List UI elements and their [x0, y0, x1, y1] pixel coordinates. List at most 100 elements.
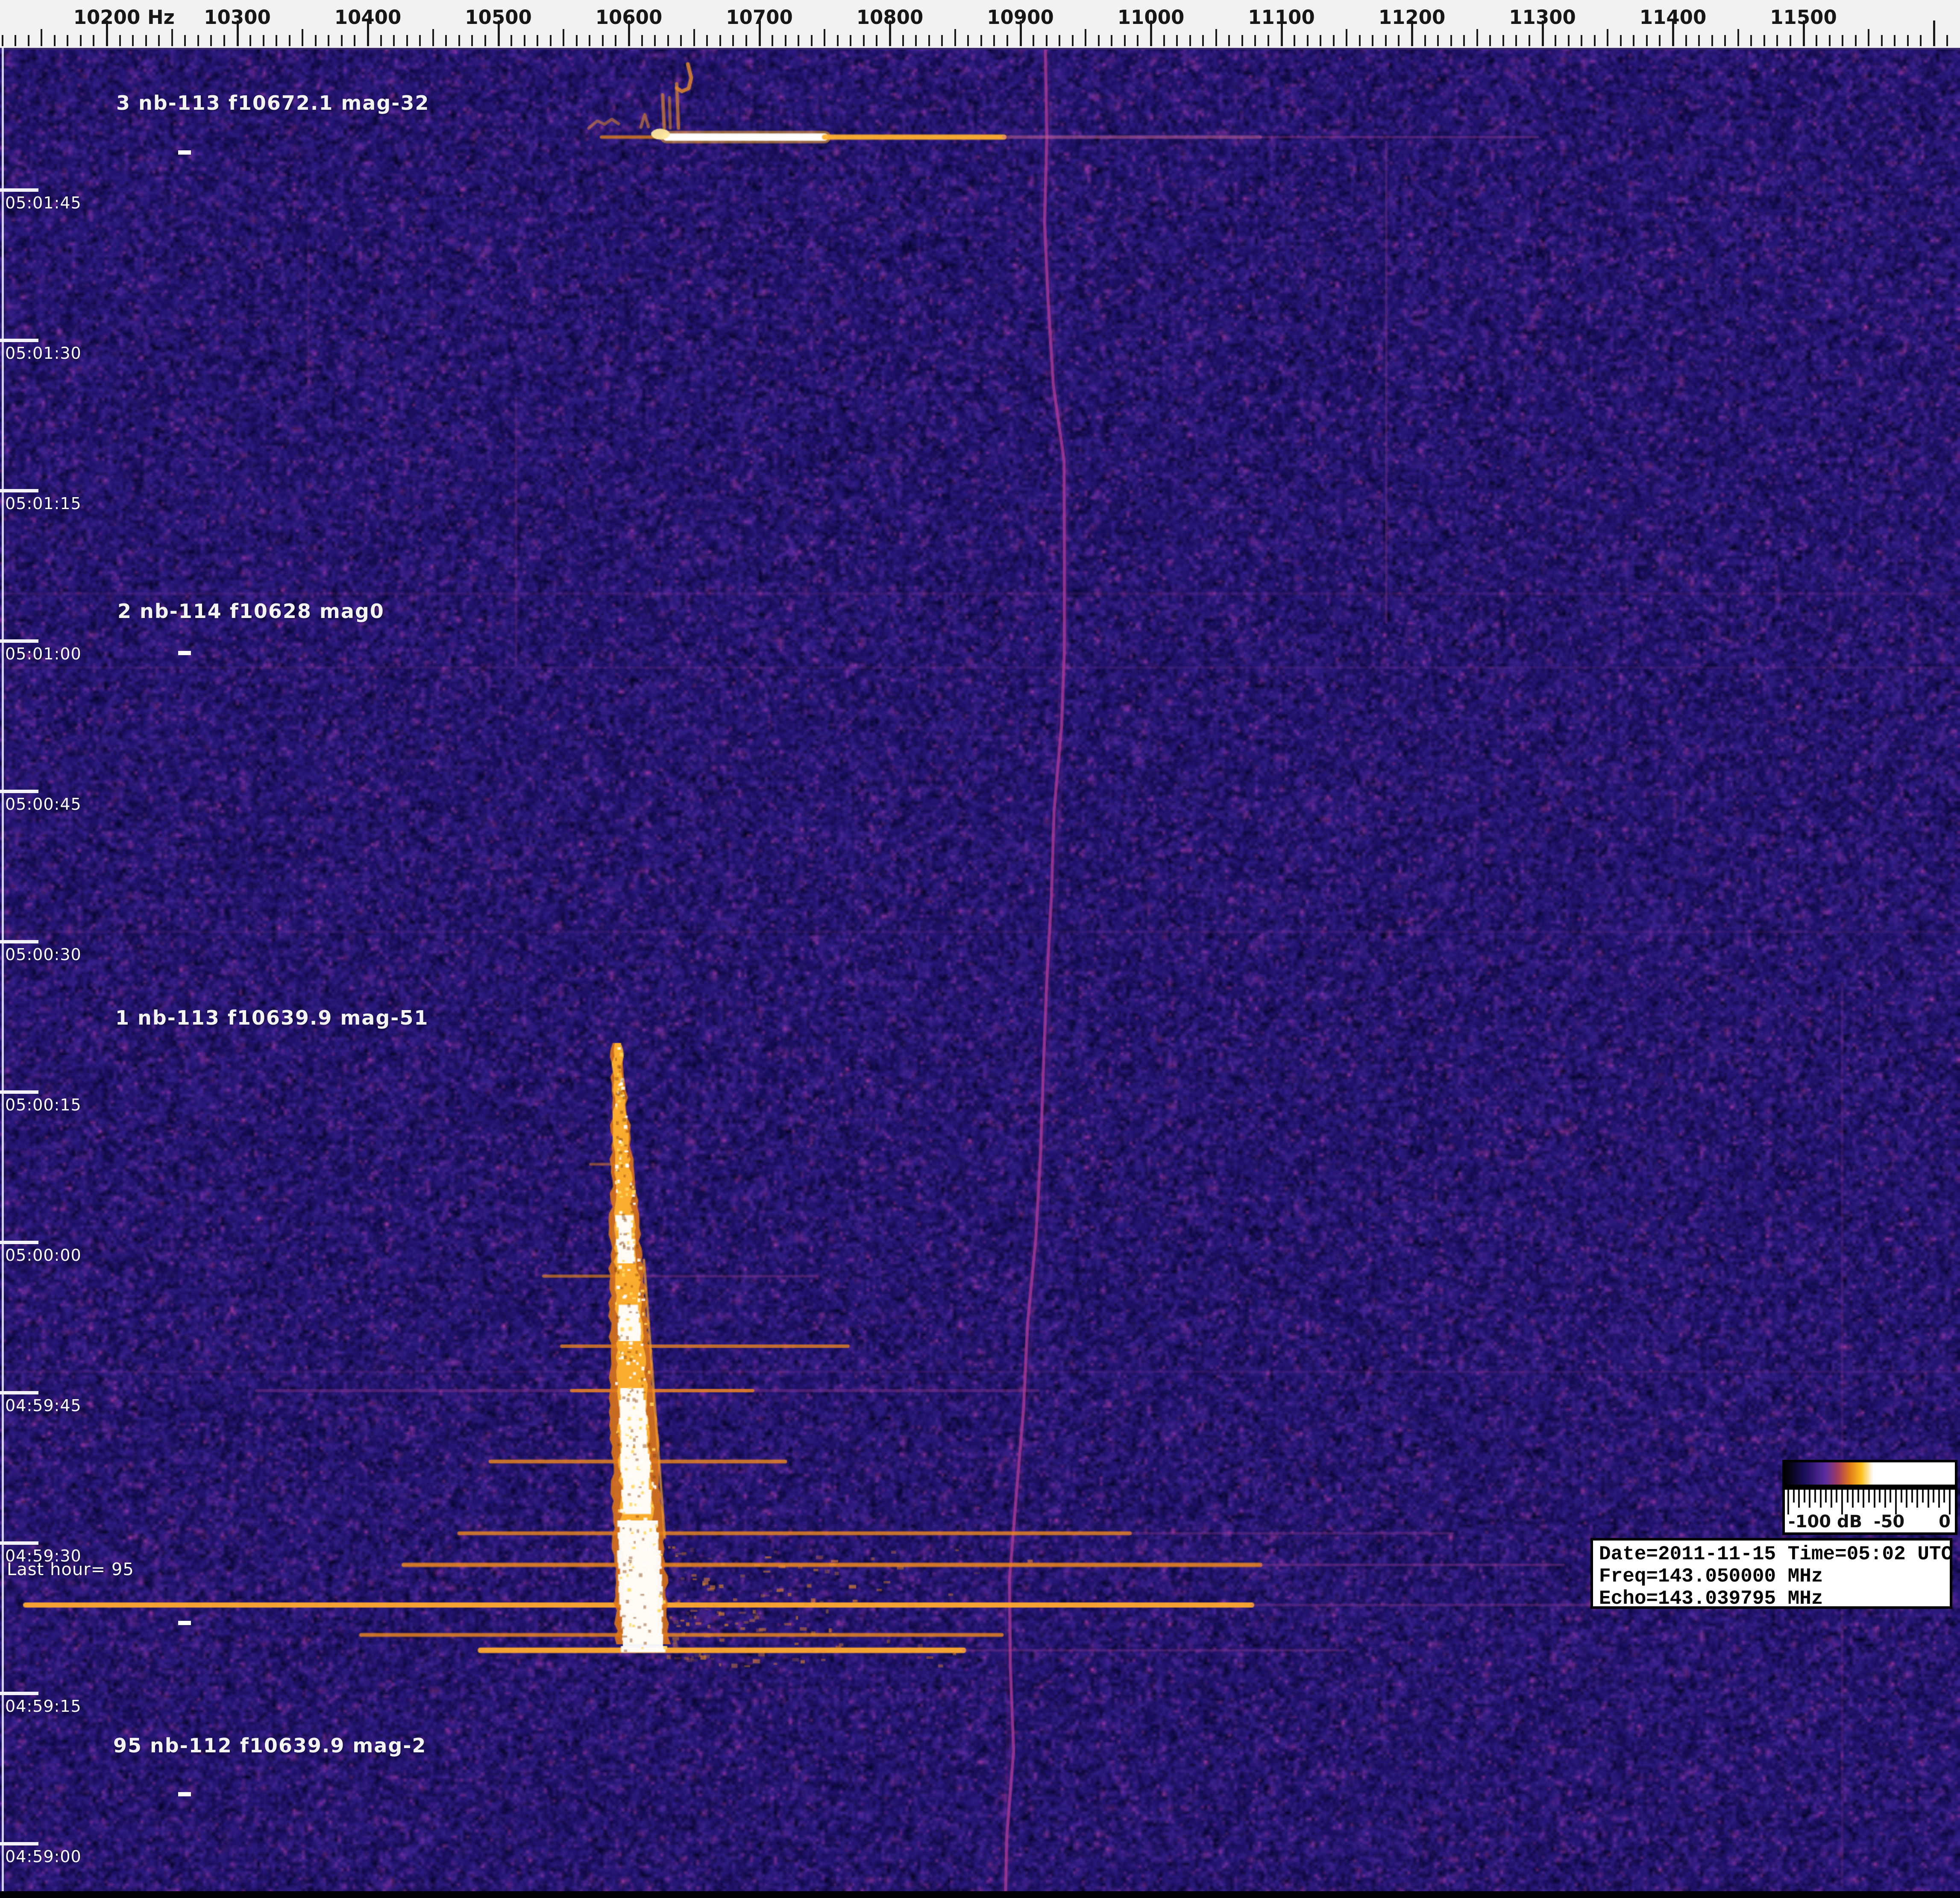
freq-tick-11110 [1294, 35, 1295, 46]
frequency-unit-label: Hz [147, 6, 175, 29]
freq-tick-11340 [1594, 35, 1596, 46]
freq-tick-10240 [158, 35, 160, 46]
freq-label-11000: 11000 [1118, 6, 1185, 29]
time-tick [0, 1842, 38, 1845]
freq-tick-10430 [406, 35, 408, 46]
freq-tick-10190 [93, 35, 94, 46]
freq-tick-11360 [1620, 35, 1622, 46]
status-info-box: Date=2011-11-15 Time=05:02 UTC Freq=143.… [1590, 1538, 1952, 1609]
freq-label-11200: 11200 [1379, 6, 1446, 29]
freq-label-11400: 11400 [1640, 6, 1707, 29]
frequency-axis: Hz 1020010300104001050010600107001080010… [0, 0, 1960, 50]
colorbar-tick [1836, 1490, 1837, 1503]
colorbar-tick [1874, 1490, 1875, 1508]
info-frequency: Freq=143.050000 MHz [1599, 1565, 1950, 1588]
freq-tick-11610 [1946, 35, 1948, 46]
freq-tick-11330 [1581, 35, 1582, 46]
freq-tick-10890 [1006, 35, 1008, 46]
freq-tick-11450 [1737, 29, 1739, 46]
colorbar-tick [1857, 1490, 1859, 1503]
freq-tick-10510 [511, 35, 512, 46]
freq-tick-10220 [132, 35, 134, 46]
time-tick [0, 940, 38, 943]
freq-tick-10380 [341, 35, 343, 46]
freq-tick-10370 [328, 35, 329, 46]
colorbar-tick [1798, 1490, 1800, 1508]
freq-tick-11580 [1907, 35, 1909, 46]
colorbar-label-max: 0 [1939, 1512, 1951, 1532]
freq-tick-10910 [1033, 35, 1034, 46]
freq-tick-10490 [484, 35, 486, 46]
freq-tick-11030 [1189, 35, 1191, 46]
time-tick [0, 1541, 38, 1545]
time-label: 05:00:45 [5, 795, 82, 814]
freq-tick-11320 [1568, 35, 1570, 46]
freq-tick-10470 [458, 35, 460, 46]
info-echo-frequency: Echo=143.039795 MHz [1599, 1588, 1950, 1610]
freq-tick-10660 [706, 35, 708, 46]
freq-tick-10480 [471, 35, 473, 46]
freq-label-10400: 10400 [334, 6, 402, 29]
freq-tick-10810 [902, 35, 904, 46]
colorbar-tick [1943, 1490, 1945, 1503]
freq-tick-10180 [80, 35, 82, 46]
freq-tick-10290 [223, 35, 225, 46]
freq-tick-10160 [54, 35, 56, 46]
freq-tick-10210 [119, 35, 121, 46]
freq-tick-10930 [1059, 35, 1060, 46]
colorbar-tick [1804, 1490, 1805, 1503]
freq-tick-10720 [785, 35, 786, 46]
freq-tick-10360 [315, 35, 317, 46]
freq-tick-10570 [589, 35, 590, 46]
freq-tick-10850 [954, 29, 956, 46]
freq-tick-10120 [2, 35, 3, 46]
freq-tick-10460 [445, 35, 447, 46]
info-date-time: Date=2011-11-15 Time=05:02 UTC [1599, 1543, 1950, 1565]
colorbar-tick [1895, 1490, 1897, 1514]
freq-tick-11310 [1555, 35, 1556, 46]
freq-tick-10260 [184, 35, 186, 46]
time-tick [0, 339, 38, 342]
freq-tick-10780 [863, 35, 865, 46]
freq-tick-10140 [28, 35, 29, 46]
colorbar-tick [1831, 1490, 1832, 1508]
freq-tick-10250 [171, 29, 173, 46]
freq-tick-11540 [1855, 35, 1857, 46]
time-label: 05:01:00 [5, 644, 82, 663]
time-label: 04:59:15 [5, 1697, 82, 1716]
freq-tick-10840 [941, 35, 943, 46]
colorbar-tick [1928, 1490, 1929, 1508]
freq-label-10500: 10500 [465, 6, 532, 29]
freq-tick-11130 [1320, 35, 1321, 46]
colorbar-tick [1852, 1490, 1854, 1508]
bottom-border-strip [0, 1891, 1960, 1898]
freq-label-11100: 11100 [1248, 6, 1315, 29]
detection-label: 1 nb-113 f10639.9 mag-51 [115, 1006, 428, 1029]
freq-tick-10750 [824, 29, 825, 46]
freq-tick-11470 [1763, 35, 1765, 46]
freq-tick-11280 [1515, 35, 1517, 46]
freq-tick-11270 [1502, 35, 1504, 46]
freq-tick-10450 [432, 29, 434, 46]
freq-tick-11090 [1268, 35, 1269, 46]
last-hour-counter: Last hour= 95 [7, 1560, 134, 1579]
freq-label-11500: 11500 [1770, 6, 1837, 29]
freq-tick-10650 [693, 29, 695, 46]
colorbar-tick [1787, 1490, 1789, 1514]
detection-marker-dash [178, 651, 191, 655]
freq-tick-11050 [1215, 29, 1217, 46]
freq-tick-10340 [289, 35, 290, 46]
freq-tick-10950 [1085, 29, 1086, 46]
detection-marker-dash [178, 1792, 191, 1796]
freq-label-10900: 10900 [987, 6, 1054, 29]
freq-tick-10990 [1137, 35, 1138, 46]
colorbar-tick [1916, 1490, 1918, 1508]
colorbar-tick [1884, 1490, 1886, 1508]
freq-tick-10270 [197, 35, 199, 46]
freq-tick-10580 [602, 35, 604, 46]
freq-tick-10610 [641, 35, 643, 46]
freq-label-10600: 10600 [596, 6, 663, 29]
freq-tick-10620 [654, 35, 656, 46]
freq-tick-10690 [745, 35, 747, 46]
freq-tick-10860 [967, 35, 969, 46]
